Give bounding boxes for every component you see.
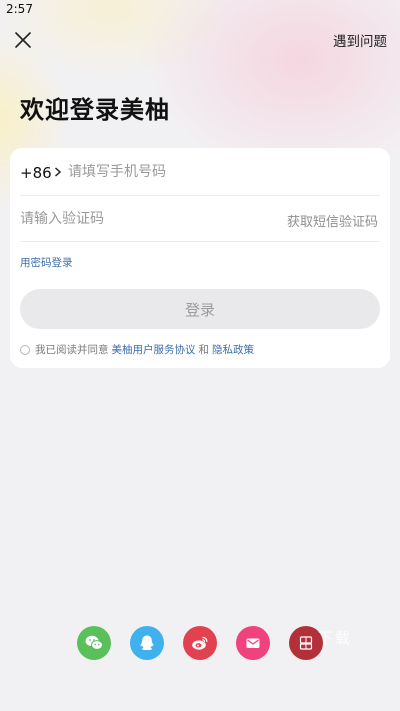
login-screen: 2:57 遇到问题 欢迎登录美柚 +86 获取短信验证码 用密码登录 登录 我已…	[0, 0, 400, 711]
mail-icon	[246, 638, 260, 648]
wechat-login-button[interactable]	[77, 626, 111, 660]
terms-link[interactable]: 美柚用户服务协议	[112, 342, 196, 357]
get-sms-code-button[interactable]: 获取短信验证码	[287, 211, 378, 230]
phone-input[interactable]	[68, 158, 368, 186]
agreement-row: 我已阅读并同意 美柚用户服务协议 和 隐私政策	[20, 342, 257, 357]
privacy-link[interactable]: 隐私政策	[212, 342, 254, 357]
login-button[interactable]: 登录	[20, 289, 380, 329]
password-login-link[interactable]: 用密码登录	[20, 255, 73, 270]
login-card: +86 获取短信验证码 用密码登录 登录 我已阅读并同意 美柚用户服务协议 和 …	[10, 148, 390, 368]
verification-code-input[interactable]	[20, 205, 240, 233]
agreement-conjunction: 和	[198, 344, 210, 356]
watermark: 下载	[318, 629, 353, 647]
chevron-right-icon	[55, 167, 62, 177]
agreement-checkbox[interactable]	[20, 344, 30, 355]
code-row: 获取短信验证码	[20, 196, 380, 242]
weibo-icon	[192, 636, 208, 650]
close-icon	[15, 32, 31, 48]
status-bar-time: 2:57	[6, 2, 33, 16]
email-login-button[interactable]	[236, 626, 270, 660]
qq-icon	[140, 635, 154, 651]
badge-icon	[299, 636, 313, 650]
country-code-selector[interactable]: +86	[20, 164, 52, 182]
close-button[interactable]	[12, 29, 34, 51]
weibo-login-button[interactable]	[183, 626, 217, 660]
page-title: 欢迎登录美柚	[20, 96, 170, 124]
help-link[interactable]: 遇到问题	[333, 30, 387, 50]
qq-login-button[interactable]	[130, 626, 164, 660]
wechat-icon	[85, 635, 103, 650]
agreement-prefix: 我已阅读并同意	[35, 344, 109, 356]
phone-row: +86	[20, 148, 380, 196]
